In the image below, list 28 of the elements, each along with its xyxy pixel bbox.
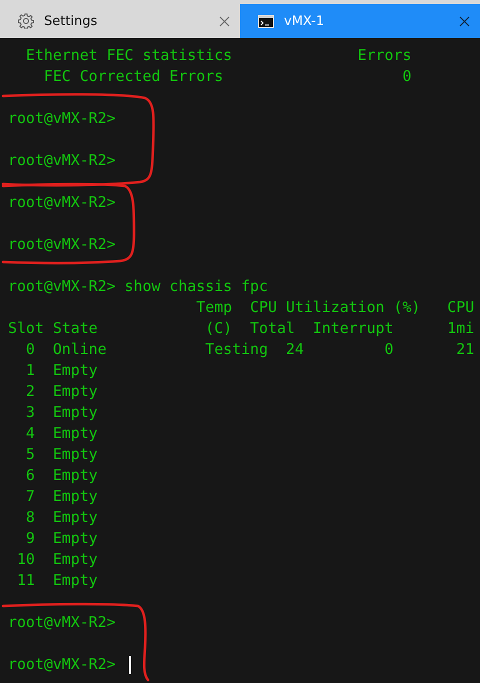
terminal-output: 8 Empty [24, 507, 98, 528]
terminal-icon [258, 14, 274, 28]
close-icon[interactable] [219, 16, 230, 26]
terminal-output: Temp CPU Utilization (%) CPU [195, 297, 474, 318]
terminal-output: 6 Empty [24, 465, 98, 486]
shell-prompt: root@vMX-R2> show chassis fpc [8, 276, 268, 297]
terminal-output: 7 Empty [24, 486, 98, 507]
terminal-output: Ethernet FEC statistics Errors [24, 45, 412, 66]
terminal-output: 2 Empty [24, 381, 98, 402]
close-icon[interactable] [459, 16, 470, 26]
terminal-output: 1 Empty [24, 360, 98, 381]
terminal-output: Slot State (C) Total Interrupt 1mi [8, 318, 474, 339]
terminal-output: FEC Corrected Errors 0 [42, 66, 412, 87]
tab[interactable]: Settings [0, 4, 240, 38]
terminal-output: 5 Empty [24, 444, 98, 465]
terminal-output: 10 Empty [16, 549, 98, 570]
gear-icon [18, 13, 34, 29]
shell-prompt: root@vMX-R2> [8, 150, 116, 171]
terminal-output: 3 Empty [24, 402, 98, 423]
terminal-output: 11 Empty [16, 570, 98, 591]
shell-prompt: root@vMX-R2> [8, 234, 116, 255]
shell-prompt: root@vMX-R2> [8, 654, 116, 675]
shell-prompt: root@vMX-R2> [8, 192, 116, 213]
shell-prompt: root@vMX-R2> [8, 612, 116, 633]
terminal-output: 0 Online Testing 24 0 21 [24, 339, 474, 360]
shell-prompt: root@vMX-R2> [8, 108, 116, 129]
terminal-output: 4 Empty [24, 423, 98, 444]
terminal-output: 9 Empty [24, 528, 98, 549]
